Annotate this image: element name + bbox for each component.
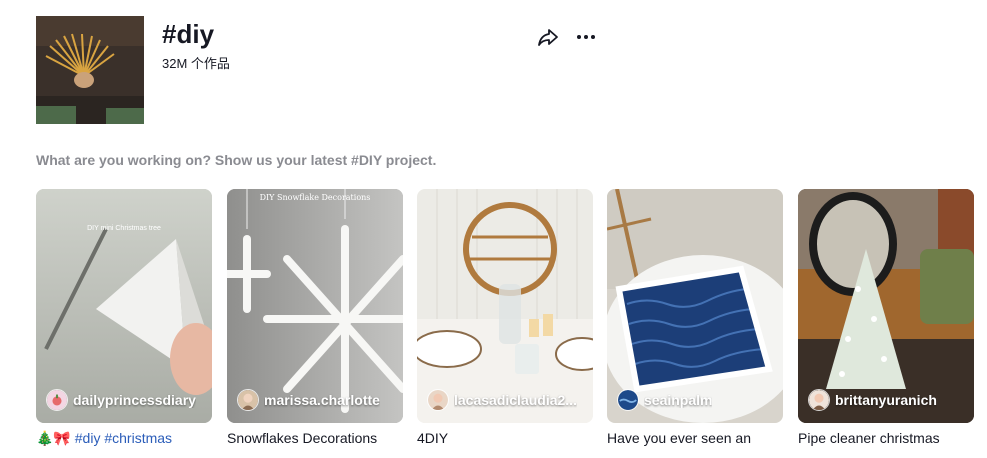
video-thumbnail[interactable]: DIY mini Christmas tree dailyprincessdia…	[36, 189, 212, 423]
avatar	[237, 389, 259, 411]
video-thumbnail[interactable]: lacasadiclaudia2...	[417, 189, 593, 423]
hashtag-title: #diy	[162, 19, 215, 49]
video-author[interactable]: brittanyuranich	[808, 389, 937, 411]
hashtag-link-christmas[interactable]: #christmas	[104, 430, 172, 446]
video-card[interactable]: DIY mini Christmas tree dailyprincessdia…	[36, 189, 212, 449]
hashtag-description: What are you working on? Show us your la…	[36, 152, 437, 168]
video-caption: 🎄🎀 #diy #christmas	[36, 429, 212, 449]
more-horizontal-icon	[577, 35, 595, 39]
share-button[interactable]	[536, 25, 560, 49]
avatar	[808, 389, 830, 411]
video-card[interactable]: DIY Snowflake Decorations marissa.charlo…	[227, 189, 403, 449]
hashtag-link-diy[interactable]: #diy	[75, 430, 101, 446]
author-name: seainpalm	[644, 392, 713, 408]
author-name: lacasadiclaudia2...	[454, 392, 577, 408]
avatar	[617, 389, 639, 411]
author-name: dailyprincessdiary	[73, 392, 196, 408]
video-overlay-text: DIY Snowflake Decorations	[259, 193, 371, 202]
video-card[interactable]: brittanyuranich Pipe cleaner christmas	[798, 189, 974, 449]
video-caption: 4DIY	[417, 430, 449, 446]
more-button[interactable]	[574, 25, 598, 49]
share-arrow-icon	[538, 29, 558, 46]
video-author[interactable]: marissa.charlotte	[237, 389, 380, 411]
video-caption: Have you ever seen an	[607, 430, 751, 446]
video-count: 32M 个作品	[162, 56, 230, 71]
video-card[interactable]: lacasadiclaudia2... 4DIY	[417, 189, 593, 449]
video-thumbnail[interactable]: brittanyuranich	[798, 189, 974, 423]
author-name: brittanyuranich	[835, 392, 937, 408]
video-thumbnail[interactable]: DIY Snowflake Decorations marissa.charlo…	[227, 189, 403, 423]
hashtag-cover-image	[36, 16, 144, 124]
video-caption: Snowflakes Decorations	[227, 430, 378, 446]
avatar	[427, 389, 449, 411]
author-name: marissa.charlotte	[264, 392, 380, 408]
caption-emoji: 🎄🎀	[36, 430, 75, 446]
video-card[interactable]: seainpalm Have you ever seen an	[607, 189, 783, 449]
video-caption: Pipe cleaner christmas	[798, 430, 940, 446]
video-author[interactable]: seainpalm	[617, 389, 712, 411]
video-overlay-text: DIY mini Christmas tree	[87, 225, 161, 232]
video-thumbnail[interactable]: seainpalm	[607, 189, 783, 423]
video-author[interactable]: lacasadiclaudia2...	[427, 389, 577, 411]
video-author[interactable]: dailyprincessdiary	[46, 389, 196, 411]
avatar	[46, 389, 68, 411]
